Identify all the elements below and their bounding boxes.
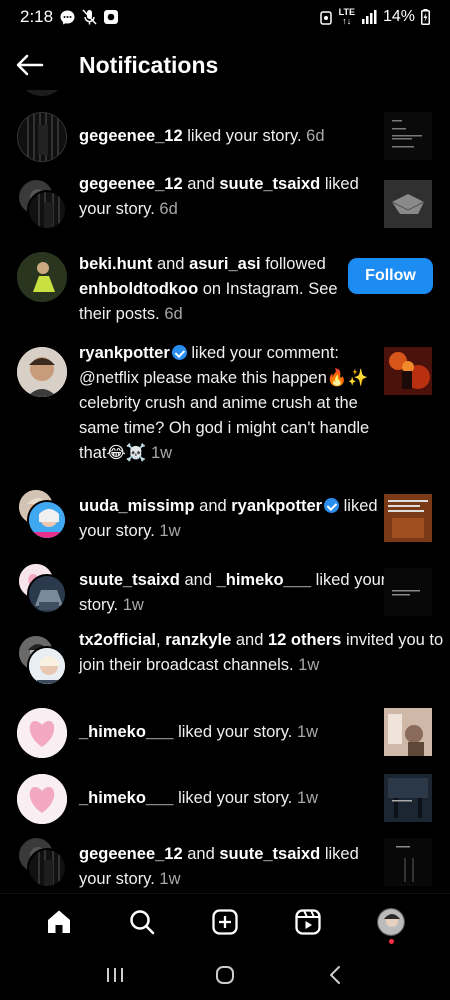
system-nav-bar (0, 950, 450, 1000)
notification-list[interactable]: gegeenee_12 liked your story. 6d gegeene… (0, 90, 450, 893)
username[interactable]: ryankpotter (231, 497, 322, 515)
status-time: 2:18 (20, 7, 54, 26)
recents-icon (107, 968, 123, 982)
username[interactable]: suute_tsaixd (219, 845, 320, 863)
username[interactable]: enhboldtodkoo (79, 280, 198, 298)
recents-button[interactable] (95, 955, 135, 995)
battery-percent: 14% (382, 8, 415, 25)
notification-text: suute_tsaixd and _himeko___ liked your s… (79, 571, 387, 614)
notification-text: gegeenee_12 and suute_tsaixd liked your … (79, 175, 359, 218)
avatar[interactable] (17, 774, 67, 824)
notification-item[interactable]: ryankpotter liked your comment: @netflix… (0, 344, 450, 477)
avatar[interactable] (27, 848, 67, 888)
mic-off-icon (82, 8, 97, 26)
back-icon (330, 966, 340, 984)
username[interactable]: asuri_asi (189, 255, 261, 273)
notification-text: _himeko___ liked your story. 1w (79, 723, 319, 741)
notification-item[interactable]: tx2official, ranzkyle and 12 others invi… (0, 631, 450, 694)
story-thumbnail[interactable] (384, 112, 432, 160)
header: Notifications (0, 40, 450, 90)
tab-create[interactable] (203, 900, 247, 944)
follow-button[interactable]: Follow (348, 258, 433, 294)
verified-badge-icon (324, 498, 340, 513)
notification-text: tx2official, ranzkyle and 12 others invi… (79, 631, 444, 674)
create-icon (212, 909, 238, 935)
avatar[interactable] (27, 646, 67, 686)
username[interactable]: gegeenee_12 (79, 845, 183, 863)
status-bar: 2:18 LTE ↑↓ 14% (0, 0, 450, 34)
notification-item[interactable]: gegeenee_12 liked your story. 6d (0, 112, 450, 168)
reels-icon (295, 909, 321, 935)
home-icon (48, 910, 71, 933)
notification-item[interactable]: _himeko___ liked your story. 1w (0, 774, 450, 830)
avatar[interactable] (27, 574, 67, 614)
page-title: Notifications (79, 51, 219, 78)
username[interactable]: _himeko___ (217, 571, 311, 589)
story-thumbnail[interactable] (384, 494, 432, 542)
notification-item[interactable]: gegeenee_12 and suute_tsaixd liked your … (0, 836, 450, 893)
notification-item[interactable]: beki.hunt and asuri_asi followed enhbold… (0, 252, 450, 332)
network-type: LTE ↑↓ (338, 7, 355, 26)
username[interactable]: gegeenee_12 (79, 175, 183, 193)
notification-text: uuda_missimp and ryankpotter liked your … (79, 497, 378, 540)
notification-item[interactable]: _himeko___ liked your story. 1w (0, 708, 450, 764)
notification-item[interactable]: uuda_missimp and ryankpotter liked your … (0, 488, 450, 548)
story-thumbnail[interactable] (384, 774, 432, 822)
story-thumbnail[interactable] (384, 838, 432, 886)
messenger-icon (59, 9, 76, 26)
username[interactable]: tx2official (79, 631, 156, 649)
profile-avatar (376, 908, 405, 936)
notification-text: _himeko___ liked your story. 1w (79, 789, 319, 807)
username[interactable]: gegeenee_12 (79, 127, 183, 145)
notification-item[interactable]: gegeenee_12 and suute_tsaixd liked your … (0, 175, 450, 238)
username[interactable]: _himeko___ (79, 789, 173, 807)
back-button[interactable] (0, 40, 60, 90)
username[interactable]: ranzkyle (165, 631, 231, 649)
avatar[interactable] (17, 112, 67, 162)
username[interactable]: 12 others (268, 631, 341, 649)
notification-dot (388, 939, 394, 944)
verified-badge-icon (171, 345, 187, 360)
avatar[interactable] (17, 252, 67, 302)
story-thumbnail[interactable] (384, 708, 432, 756)
tab-profile[interactable] (369, 900, 413, 944)
username[interactable]: ryankpotter (79, 344, 170, 362)
app-notification-icon (103, 9, 119, 25)
avatar[interactable] (27, 500, 67, 540)
home-pill-icon (216, 966, 234, 984)
tab-reels[interactable] (286, 900, 330, 944)
notification-text: ryankpotter liked your comment: @netflix… (79, 344, 370, 462)
story-thumbnail[interactable] (384, 568, 432, 616)
avatar[interactable] (17, 708, 67, 758)
tab-search[interactable] (120, 900, 164, 944)
home-button[interactable] (205, 955, 245, 995)
username[interactable]: uuda_missimp (79, 497, 195, 515)
story-thumbnail[interactable] (384, 180, 432, 228)
avatar[interactable] (17, 347, 67, 397)
bottom-tab-bar (0, 893, 450, 950)
post-thumbnail[interactable] (384, 347, 432, 395)
battery-charging-icon (421, 9, 430, 25)
back-arrow-icon (16, 54, 44, 76)
search-icon (130, 910, 155, 935)
notification-text: beki.hunt and asuri_asi followed enhbold… (79, 255, 338, 323)
username[interactable]: suute_tsaixd (79, 571, 180, 589)
username[interactable]: suute_tsaixd (219, 175, 320, 193)
notification-text: gegeenee_12 and suute_tsaixd liked your … (79, 845, 359, 888)
username[interactable]: beki.hunt (79, 255, 152, 273)
notification-item[interactable]: suute_tsaixd and _himeko___ liked your s… (0, 562, 450, 622)
avatar[interactable] (17, 90, 67, 96)
alarm-icon (319, 9, 333, 25)
notification-text: gegeenee_12 liked your story. 6d (79, 127, 325, 145)
username[interactable]: _himeko___ (79, 723, 173, 741)
back-nav-button[interactable] (315, 955, 355, 995)
avatar[interactable] (27, 190, 67, 230)
tab-home[interactable] (37, 900, 81, 944)
signal-icon (361, 10, 377, 24)
